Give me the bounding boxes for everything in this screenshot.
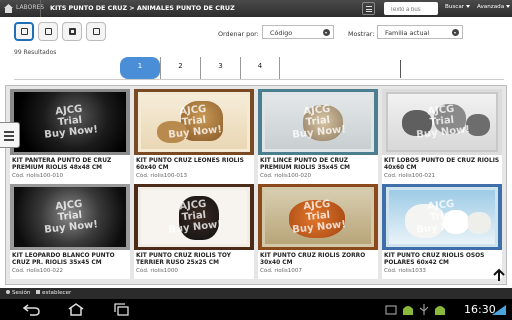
product-image[interactable]: AJCG Trial Buy Now! bbox=[382, 89, 502, 155]
show-label: Mostrar: bbox=[348, 30, 375, 38]
checkbox-icon bbox=[36, 290, 40, 294]
product-title[interactable]: KIT LEOPARDO BLANCO PUNTO CRUZ PR. RIOLI… bbox=[12, 253, 130, 267]
square-icon bbox=[45, 28, 52, 35]
search-input[interactable] bbox=[384, 2, 438, 15]
divider bbox=[40, 0, 41, 17]
product-code: Cód. riolis100-021 bbox=[384, 173, 436, 179]
product-card[interactable]: AJCG Trial Buy Now! KIT PUNTO CRUZ RIOLIS … bbox=[258, 184, 378, 279]
dropdown-icon bbox=[323, 29, 330, 36]
system-nav-bar: 16:30 bbox=[0, 299, 512, 320]
page-2[interactable]: 2 bbox=[160, 57, 200, 79]
scroll-top-icon[interactable] bbox=[492, 268, 506, 282]
wifi-signal-icon bbox=[492, 305, 506, 315]
product-title[interactable]: KIT LINCE PUNTO DE CRUZ PREMIUM RIOLIS 3… bbox=[260, 158, 378, 172]
product-title[interactable]: KIT PUNTO CRUZ RIOLIS OSOS POLARES 60x42… bbox=[384, 253, 502, 267]
product-image[interactable]: AJCG Trial Buy Now! bbox=[10, 89, 130, 155]
divider bbox=[14, 79, 504, 80]
product-title[interactable]: KIT LOBOS PUNTO DE CRUZ RIOLIS 40x60 CM bbox=[384, 158, 502, 172]
establish-button[interactable]: establecer bbox=[36, 290, 71, 296]
product-title[interactable]: KIT PUNTO CRUZ RIOLIS ZORRO 30x40 CM bbox=[260, 253, 378, 267]
product-card[interactable]: AJCG Trial Buy Now! KIT PUNTO CRUZ RIOLIS … bbox=[134, 184, 254, 279]
divider bbox=[400, 60, 401, 78]
product-card[interactable]: AJCG Trial Buy Now! KIT PANTERA PUNTO DE C… bbox=[10, 89, 130, 184]
product-image[interactable]: AJCG Trial Buy Now! bbox=[258, 89, 378, 155]
product-code: Cód. riolis100-013 bbox=[136, 173, 188, 179]
product-title[interactable]: KIT PANTERA PUNTO DE CRUZ PREMIUM RIOLIS… bbox=[12, 158, 130, 172]
product-image[interactable]: AJCG Trial Buy Now! bbox=[10, 184, 130, 250]
product-grid: AJCG Trial Buy Now! KIT PANTERA PUNTO DE C… bbox=[5, 85, 507, 285]
app-bottom-bar: Sesión establecer bbox=[0, 288, 512, 299]
home-nav-icon[interactable] bbox=[66, 303, 86, 316]
screen: LABORES KITS PUNTO DE CRUZ > ANIMALES PU… bbox=[0, 0, 512, 320]
user-icon bbox=[6, 290, 10, 294]
chevron-down-icon bbox=[466, 5, 471, 8]
product-image[interactable]: AJCG Trial Buy Now! bbox=[258, 184, 378, 250]
top-bar: LABORES KITS PUNTO DE CRUZ > ANIMALES PU… bbox=[0, 0, 512, 17]
results-count: 99 Resultados bbox=[14, 49, 57, 56]
sort-label: Ordenar por: bbox=[218, 30, 259, 38]
dropdown-icon bbox=[452, 29, 459, 36]
page-3[interactable]: 3 bbox=[200, 57, 240, 79]
square-icon bbox=[21, 28, 28, 35]
square-icon bbox=[93, 28, 100, 35]
breadcrumb[interactable]: KITS PUNTO DE CRUZ > ANIMALES PUNTO DE C… bbox=[50, 4, 235, 12]
back-icon[interactable] bbox=[22, 303, 42, 316]
show-value: Familia actual bbox=[385, 29, 430, 37]
product-image[interactable]: AJCG Trial Buy Now! bbox=[134, 89, 254, 155]
list-view-icon[interactable] bbox=[362, 2, 375, 15]
product-code: Cód. riolis1000 bbox=[136, 268, 178, 274]
view-mode-1[interactable] bbox=[14, 22, 34, 41]
product-title[interactable]: KIT PUNTO CRUZ RIOLIS TOY TERRIER RUSO 2… bbox=[136, 253, 254, 267]
product-code: Cód. riolis100-010 bbox=[12, 173, 64, 179]
product-card[interactable]: AJCG Trial Buy Now! KIT PUNTO CRUZ RIOLIS … bbox=[382, 184, 502, 279]
chevron-down-icon bbox=[506, 5, 511, 8]
view-mode-3[interactable] bbox=[62, 22, 82, 41]
product-title[interactable]: KIT PUNTO CRUZ LEONES RIOLIS 60x40 CM bbox=[136, 158, 254, 172]
view-mode-4[interactable] bbox=[86, 22, 106, 41]
page-4[interactable]: 4 bbox=[240, 57, 280, 79]
sort-value: Código bbox=[270, 29, 293, 37]
product-card[interactable]: AJCG Trial Buy Now! KIT PUNTO CRUZ LEONES … bbox=[134, 89, 254, 184]
sort-select[interactable]: Código bbox=[262, 25, 334, 39]
product-image[interactable]: AJCG Trial Buy Now! bbox=[134, 184, 254, 250]
product-code: Cód. riolis100-020 bbox=[260, 173, 312, 179]
page-1[interactable]: 1 bbox=[120, 57, 160, 79]
view-mode-2[interactable] bbox=[38, 22, 58, 41]
product-code: Cód. riolis1007 bbox=[260, 268, 302, 274]
search-button[interactable]: Buscar bbox=[445, 4, 471, 10]
show-select[interactable]: Familia actual bbox=[377, 25, 463, 39]
square-icon bbox=[69, 28, 76, 35]
android-icon bbox=[435, 306, 445, 315]
product-card[interactable]: AJCG Trial Buy Now! KIT LOBOS PUNTO DE CRU… bbox=[382, 89, 502, 184]
product-code: Cód. riolis100-022 bbox=[12, 268, 64, 274]
product-card[interactable]: AJCG Trial Buy Now! KIT LEOPARDO BLANCO PU… bbox=[10, 184, 130, 279]
product-card[interactable]: AJCG Trial Buy Now! KIT LINCE PUNTO DE CRU… bbox=[258, 89, 378, 184]
product-code: Cód. riolis1033 bbox=[384, 268, 426, 274]
advanced-search-button[interactable]: Avanzada bbox=[477, 4, 511, 10]
product-image[interactable]: AJCG Trial Buy Now! bbox=[382, 184, 502, 250]
side-menu-handle[interactable] bbox=[0, 122, 20, 148]
recent-apps-icon[interactable] bbox=[112, 303, 132, 316]
session-button[interactable]: Sesión bbox=[6, 290, 30, 296]
home-icon[interactable] bbox=[3, 3, 14, 14]
